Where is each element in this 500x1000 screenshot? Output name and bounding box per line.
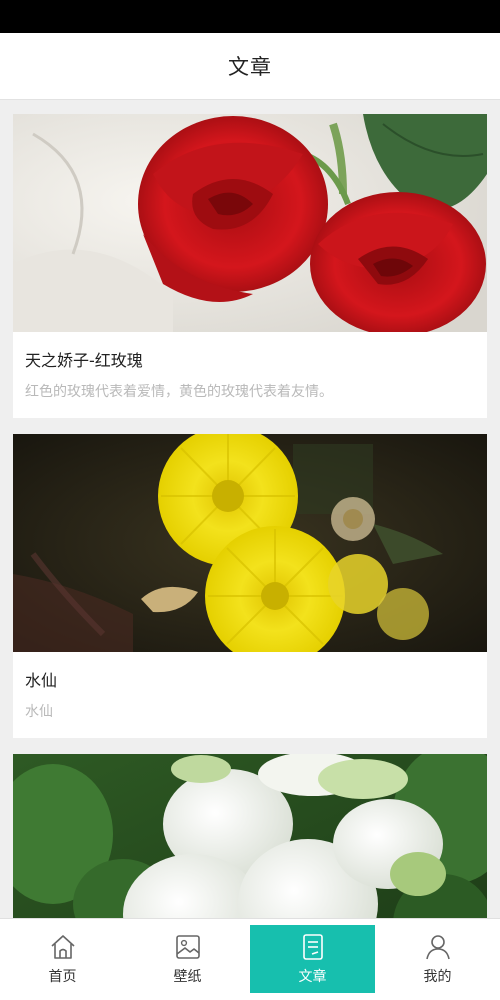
article-card[interactable] [13,754,487,918]
article-description: 水仙 [25,704,53,720]
article-image-red-roses[interactable] [13,114,487,332]
tab-label: 首页 [48,969,77,985]
home-icon [50,935,75,959]
article-card[interactable]: 天之娇子-红玫瑰 红色的玫瑰代表着爱情，黄色的玫瑰代表着友情。 [13,114,487,418]
tab-home[interactable]: 首页 [0,925,125,993]
page-title: 文章 [228,55,272,79]
article-image-white-flowers[interactable] [13,754,487,918]
article-title[interactable]: 水仙 [25,652,475,692]
bottom-tab-bar: 首页 壁纸 文章 我的 [0,918,500,1000]
article-title[interactable]: 天之娇子-红玫瑰 [25,332,475,372]
article-card[interactable]: 水仙 水仙 [13,434,487,738]
article-description: 红色的玫瑰代表着爱情，黄色的玫瑰代表着友情。 [25,384,333,400]
tab-wallpaper[interactable]: 壁纸 [125,925,250,993]
status-bar [0,0,500,33]
article-feed[interactable]: 天之娇子-红玫瑰 红色的玫瑰代表着爱情，黄色的玫瑰代表着友情。 水仙 水仙 [0,100,500,918]
tab-label: 我的 [423,969,452,985]
image-icon [175,935,200,959]
user-icon [425,935,450,960]
header: 文章 [0,33,500,100]
tab-profile[interactable]: 我的 [375,925,500,993]
article-icon [302,934,323,960]
tab-label: 壁纸 [173,969,202,985]
tab-label: 文章 [298,969,327,985]
article-image-yellow-dandelion[interactable] [13,434,487,652]
tab-article[interactable]: 文章 [250,925,375,993]
